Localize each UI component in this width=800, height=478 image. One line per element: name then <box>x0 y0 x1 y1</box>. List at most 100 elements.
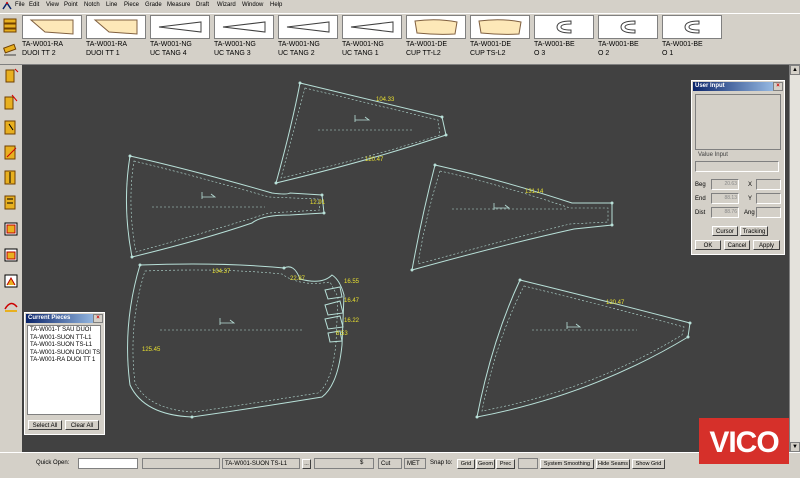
measure-label: 104.37 <box>212 269 231 275</box>
piece-thumbnail[interactable]: TA-W001-DE CUP TT-L2 <box>406 15 466 63</box>
grid-snap-button[interactable]: Grid <box>457 459 475 469</box>
piece-thumbnail-image <box>406 15 466 39</box>
piece-thumbnail-label: TA-W001-BE O 1 <box>662 41 703 57</box>
piece-thumbnail[interactable]: TA-W001-BE O 2 <box>598 15 658 63</box>
ok-button[interactable]: OK <box>695 240 721 250</box>
menu-view[interactable]: View <box>46 2 59 8</box>
seam-piece-icon[interactable] <box>3 193 19 211</box>
clear-all-button[interactable]: Clear All <box>65 420 99 430</box>
piece-thumbnail[interactable]: TA-W001-DE CUP TS-L2 <box>470 15 530 63</box>
dist-field[interactable]: 88.76 <box>711 207 739 218</box>
system-smoothing-button[interactable]: System Smoothing <box>540 459 594 469</box>
piece-thumbnail[interactable]: TA-W001-RA DUOI TT 2 <box>22 15 82 63</box>
menu-wizard[interactable]: Wizard <box>217 2 236 8</box>
x-label: X <box>748 182 753 188</box>
current-piece-field: TA-W001-SUON TS-L1 <box>222 458 300 469</box>
current-pieces-panel: Current Pieces × TA-W001-T SAU DUOI TA-W… <box>24 312 105 435</box>
pencil-tool-icon[interactable] <box>2 40 18 58</box>
list-item[interactable]: TA-W001-SUON DUOI TS <box>30 350 100 358</box>
pleat-tool-icon[interactable] <box>3 246 19 264</box>
quick-open-label: Quick Open: <box>36 460 70 466</box>
measure-label: 120.47 <box>606 300 625 306</box>
geom-snap-button[interactable]: Geom <box>476 459 495 469</box>
show-grid-button[interactable]: Show Grid <box>632 459 665 469</box>
select-all-button[interactable]: Select All <box>28 420 62 430</box>
piece-thumbnail-image <box>278 15 338 39</box>
end-field[interactable]: 88.13 <box>711 193 739 204</box>
cancel-button[interactable]: Cancel <box>724 240 750 250</box>
ang-field[interactable] <box>756 207 781 218</box>
piece-thumbnail-label: TA-W001-DE CUP TT-L2 <box>406 41 448 57</box>
beg-label: Beg <box>695 182 706 188</box>
tracking-button[interactable]: Tracking <box>740 226 768 236</box>
piece-thumbnail[interactable]: TA-W001-NG UC TANG 2 <box>278 15 338 63</box>
modify-piece-icon[interactable] <box>3 118 19 136</box>
piece-thumbnail[interactable]: TA-W001-NG UC TANG 1 <box>342 15 402 63</box>
user-input-title: User Input <box>693 82 783 91</box>
y-field[interactable] <box>756 193 781 204</box>
list-item[interactable]: TA-W001-RA DUOI TT 1 <box>30 357 98 365</box>
status-field <box>314 458 374 469</box>
browse-button[interactable]: ... <box>302 459 311 469</box>
hide-seams-button[interactable]: Hide Seams <box>596 459 630 469</box>
cursor-button[interactable]: Cursor <box>712 226 738 236</box>
current-pieces-title: Current Pieces <box>26 314 103 323</box>
piece-thumbnail[interactable]: TA-W001-NG UC TANG 3 <box>214 15 274 63</box>
piece-thumbnail-image <box>86 15 146 39</box>
rotate-piece-icon[interactable] <box>3 143 19 161</box>
piece-thumbnail-image <box>662 15 722 39</box>
fullness-tool-icon[interactable] <box>3 272 19 290</box>
value-input-field[interactable] <box>695 161 779 172</box>
piece-thumbnail-label: TA-W001-NG UC TANG 2 <box>278 41 320 57</box>
piece-thumbnail-image <box>214 15 274 39</box>
beg-field[interactable]: 20.63 <box>711 179 739 190</box>
svg-text:VICO: VICO <box>709 426 779 459</box>
menu-bar: File Edit View Point Notch Line Piece Gr… <box>0 0 800 14</box>
status-bar: Quick Open: TA-W001-SUON TS-L1 ... $ Cut… <box>0 452 800 474</box>
piece-thumbnail-image <box>470 15 530 39</box>
apply-button[interactable]: Apply <box>753 240 780 250</box>
piece-thumbnail-label: TA-W001-DE CUP TS-L2 <box>470 41 512 57</box>
menu-piece[interactable]: Piece <box>124 2 139 8</box>
menu-point[interactable]: Point <box>64 2 78 8</box>
piece-thumbnail-image <box>150 15 210 39</box>
piece-thumbnail[interactable]: TA-W001-RA DUOI TT 1 <box>86 15 146 63</box>
measure-label: 131.14 <box>525 189 544 195</box>
stack-tool-icon[interactable] <box>2 16 18 34</box>
list-item[interactable]: TA-W001-SUON TT-L1 <box>30 335 98 343</box>
current-pieces-list[interactable]: TA-W001-T SAU DUOI TA-W001-SUON TT-L1 TA… <box>27 325 101 415</box>
curve-tool-icon[interactable] <box>3 297 19 315</box>
list-item[interactable]: TA-W001-T SAU DUOI <box>30 327 98 335</box>
pattern-piece-2 <box>125 155 325 258</box>
measure-label: 120.47 <box>365 157 384 163</box>
close-icon[interactable]: × <box>773 82 783 91</box>
scroll-down-button[interactable]: ▼ <box>790 442 800 452</box>
work-area-canvas[interactable]: 104.33 120.47 12.91 131.14 104.37 22.87 … <box>22 65 789 452</box>
split-piece-icon[interactable] <box>3 93 19 111</box>
dart-tool-icon[interactable] <box>3 220 19 238</box>
menu-help[interactable]: Help <box>270 2 282 8</box>
pattern-piece-3 <box>411 164 613 271</box>
list-item[interactable]: TA-W001-SUON TS-L1 <box>30 342 98 350</box>
menu-grade[interactable]: Grade <box>145 2 162 8</box>
flip-piece-icon[interactable] <box>3 168 19 186</box>
menu-measure[interactable]: Measure <box>167 2 190 8</box>
menu-file[interactable]: File <box>15 2 25 8</box>
x-field[interactable] <box>756 179 781 190</box>
piece-thumbnail[interactable]: TA-W001-BE O 3 <box>534 15 594 63</box>
prec-snap-button[interactable]: Prec <box>496 459 515 469</box>
close-icon[interactable]: × <box>93 314 103 323</box>
menu-window[interactable]: Window <box>242 2 263 8</box>
piece-thumbnail[interactable]: TA-W001-BE O 1 <box>662 15 722 63</box>
scroll-up-button[interactable]: ▲ <box>790 65 800 75</box>
quick-open-input[interactable] <box>78 458 138 469</box>
vertical-scrollbar[interactable]: ▲ ▼ <box>789 65 800 452</box>
menu-line[interactable]: Line <box>106 2 117 8</box>
menu-draft[interactable]: Draft <box>196 2 209 8</box>
value-input-label: Value Input <box>698 152 728 158</box>
add-piece-icon[interactable] <box>3 67 19 85</box>
user-input-panel: User Input × Value Input Beg 20.63 X End… <box>691 80 785 255</box>
menu-notch[interactable]: Notch <box>84 2 100 8</box>
piece-thumbnail[interactable]: TA-W001-NG UC TANG 4 <box>150 15 210 63</box>
menu-edit[interactable]: Edit <box>29 2 39 8</box>
